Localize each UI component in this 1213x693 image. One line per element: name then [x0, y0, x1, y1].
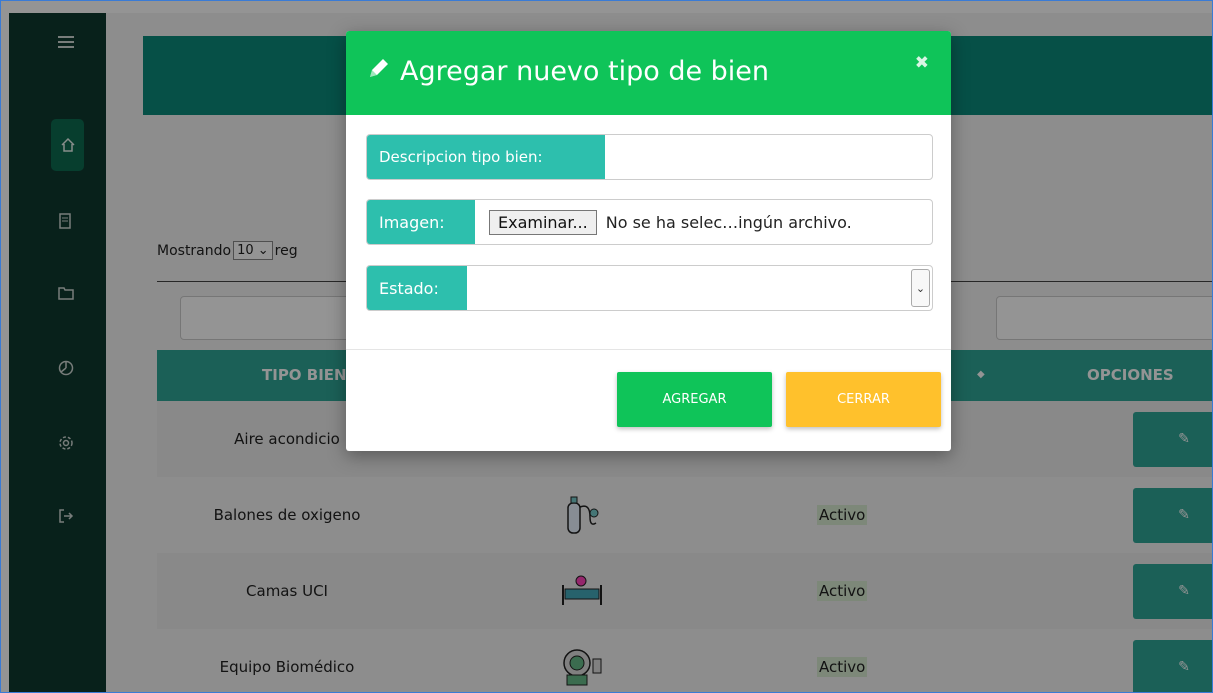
close-icon[interactable]: ✖ — [915, 53, 929, 73]
add-type-modal: Agregar nuevo tipo de bien ✖ Descripcion… — [346, 31, 951, 451]
descripcion-field: Descripcion tipo bien: — [366, 134, 933, 180]
app-frame: Mostrando 10 ⌄ reg TIPO BIEN ◆ OPCIONES … — [0, 0, 1213, 693]
modal-header: Agregar nuevo tipo de bien ✖ — [346, 31, 951, 115]
descripcion-label: Descripcion tipo bien: — [367, 135, 605, 179]
add-button[interactable]: AGREGAR — [617, 372, 772, 427]
modal-title-wrap: Agregar nuevo tipo de bien — [366, 55, 769, 88]
imagen-field: Imagen: Examinar... No se ha selec…ingún… — [366, 199, 933, 245]
estado-field: Estado: ⌄ — [366, 265, 933, 311]
estado-select[interactable] — [467, 266, 932, 310]
file-status-text: No se ha selec…ingún archivo. — [605, 212, 852, 232]
pencil-icon — [366, 55, 392, 88]
imagen-label: Imagen: — [367, 200, 475, 244]
descripcion-input[interactable] — [605, 135, 932, 179]
modal-title: Agregar nuevo tipo de bien — [400, 56, 770, 87]
close-button[interactable]: CERRAR — [786, 372, 941, 427]
chevron-down-icon[interactable]: ⌄ — [911, 269, 930, 307]
modal-footer-divider — [346, 349, 951, 350]
file-browse-button[interactable]: Examinar... — [489, 209, 597, 235]
estado-label: Estado: — [367, 266, 467, 310]
